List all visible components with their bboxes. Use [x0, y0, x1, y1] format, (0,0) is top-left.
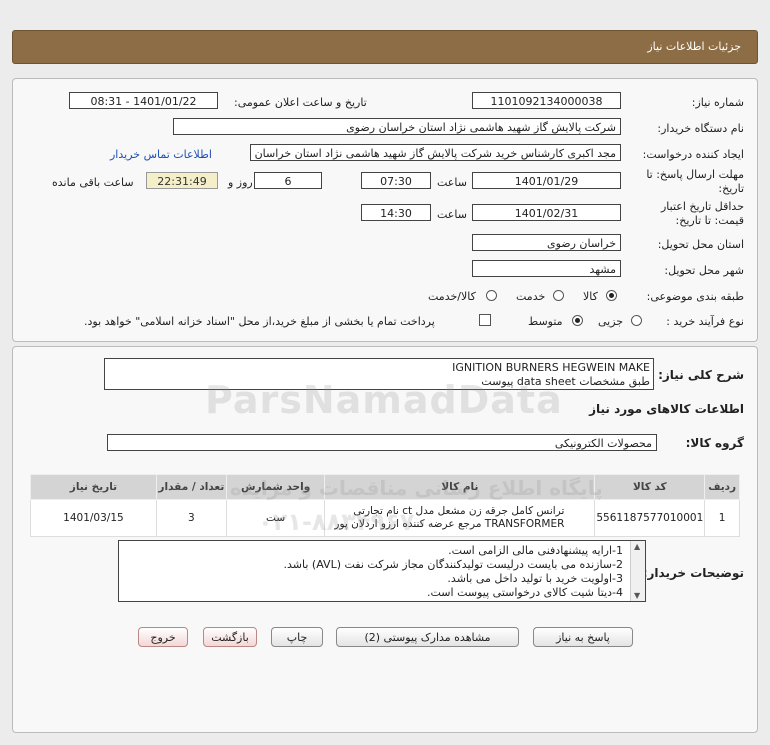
validity-label: حداقل تاریخ اعتبار قیمت: تا تاریخ: — [660, 200, 744, 227]
col-need-date: تاریخ نیاز — [30, 474, 157, 500]
page-header: جزئیات اطلاعات نیاز — [12, 30, 758, 64]
deadline-label: مهلت ارسال پاسخ: تا تاریخ: — [646, 168, 744, 195]
goods-table: تاریخ نیاز تعداد / مقدار واحد شمارش نام … — [30, 474, 740, 537]
buyer-notes-label: توضیحات خریدار: — [642, 566, 744, 580]
col-name: نام کالا — [324, 474, 596, 500]
note-line-2: 2-سازنده می بایست درلیست تولیدکنندگان مج… — [283, 558, 623, 571]
col-code: کد کالا — [594, 474, 706, 500]
scroll-down-icon[interactable]: ▼ — [634, 591, 640, 600]
category-service-label: خدمت — [516, 290, 546, 303]
page-title: جزئیات اطلاعات نیاز — [647, 40, 741, 53]
notes-scrollbar[interactable]: ▲ ▼ — [630, 541, 645, 601]
deadline-time-label: ساعت — [437, 176, 467, 189]
summary-line-2: طبق مشخصات data sheet پیوست — [481, 375, 650, 388]
cell-row: 1 — [704, 499, 740, 537]
category-goods-label: کالا — [583, 290, 598, 303]
table-row: 1401/03/15 3 ست ترانس کامل جرقه زن مشعل … — [30, 499, 740, 537]
category-label: طبقه بندی موضوعی: — [646, 290, 744, 303]
summary-line-1: IGNITION BURNERS HEGWEIN MAKE — [452, 361, 650, 374]
process-minor-radio[interactable] — [631, 315, 642, 326]
goods-section-title: اطلاعات کالاهای مورد نیاز — [589, 402, 744, 416]
city-field: مشهد — [472, 260, 621, 277]
summary-label: شرح کلی نیاز: — [658, 368, 744, 382]
process-label: نوع فرآیند خرید : — [666, 315, 744, 328]
creator-label: ایجاد کننده درخواست: — [642, 148, 744, 161]
category-both-radio[interactable] — [486, 290, 497, 301]
note-line-4: 4-دیتا شیت کالای درخواستی پیوست است. — [427, 586, 623, 599]
goods-group-label: گروه کالا: — [685, 436, 744, 450]
need-no-label: شماره نیاز: — [691, 96, 744, 109]
note-line-1: 1-ارایه پیشنهادفنی مالی الزامی است. — [448, 544, 623, 557]
validity-time-label: ساعت — [437, 208, 467, 221]
cell-unit: ست — [225, 499, 326, 537]
exit-button[interactable]: خروج — [138, 627, 188, 647]
cell-need-date: 1401/03/15 — [30, 499, 157, 537]
cell-name-line-2: TRANSFORMER مرجع عرضه کننده ارزو اردلان … — [334, 518, 565, 530]
note-line-3: 3-اولویت خرید با تولید داخل می باشد. — [447, 572, 623, 585]
buyer-field: شرکت پالایش گاز شهید هاشمی نژاد استان خر… — [173, 118, 621, 135]
days-label: روز و — [228, 176, 253, 189]
process-medium-label: متوسط — [528, 315, 563, 328]
cell-name: ترانس کامل جرقه زن مشعل مدل ct نام تجارت… — [324, 499, 596, 537]
city-label: شهر محل تحویل: — [664, 264, 744, 277]
summary-box: IGNITION BURNERS HEGWEIN MAKE طبق مشخصات… — [104, 358, 654, 390]
goods-table-header-row: تاریخ نیاز تعداد / مقدار واحد شمارش نام … — [30, 474, 740, 500]
province-field: خراسان رضوی — [472, 234, 621, 251]
validity-time-field: 14:30 — [361, 204, 431, 221]
remaining-label: ساعت باقی مانده — [52, 176, 134, 189]
category-service-radio[interactable] — [553, 290, 564, 301]
deadline-time-field: 07:30 — [361, 172, 431, 189]
process-medium-radio[interactable] — [572, 315, 583, 326]
buyer-label: نام دستگاه خریدار: — [657, 122, 744, 135]
province-label: استان محل تحویل: — [657, 238, 744, 251]
deadline-date-field: 1401/01/29 — [472, 172, 621, 189]
remaining-time-field: 22:31:49 — [146, 172, 218, 189]
cell-code: 5561187577010001 — [594, 499, 706, 537]
scroll-up-icon[interactable]: ▲ — [634, 542, 640, 551]
validity-date-field: 1401/02/31 — [472, 204, 621, 221]
view-attachments-button[interactable]: مشاهده مدارک پیوستی (2) — [336, 627, 519, 647]
process-minor-label: جزیی — [598, 315, 624, 328]
col-unit: واحد شمارش — [225, 474, 326, 500]
creator-field: مجد اکبری کارشناس خرید شرکت پالایش گاز ش… — [250, 144, 621, 161]
days-field: 6 — [254, 172, 322, 189]
col-row: ردیف — [704, 474, 740, 500]
need-no-field: 1101092134000038 — [472, 92, 621, 109]
announce-field: 1401/01/22 - 08:31 — [69, 92, 218, 109]
cell-name-line-1: ترانس کامل جرقه زن مشعل مدل ct نام تجارت… — [353, 505, 565, 517]
reply-button[interactable]: پاسخ به نیاز — [533, 627, 633, 647]
treasury-payment-note: پرداخت تمام یا بخشی از مبلغ خرید،از محل … — [84, 315, 435, 328]
buyer-contact-link[interactable]: اطلاعات تماس خریدار — [110, 148, 212, 161]
col-quantity: تعداد / مقدار — [155, 474, 227, 500]
back-button[interactable]: بازگشت — [203, 627, 257, 647]
category-both-label: کالا/خدمت — [428, 290, 476, 303]
buyer-notes-text: 1-ارایه پیشنهادفنی مالی الزامی است. 2-سا… — [284, 544, 623, 600]
category-goods-radio[interactable] — [606, 290, 617, 301]
treasury-payment-checkbox[interactable] — [479, 314, 491, 326]
print-button[interactable]: چاپ — [271, 627, 323, 647]
announce-label: تاریخ و ساعت اعلان عمومی: — [234, 96, 367, 109]
goods-group-field: محصولات الکترونیکی — [107, 434, 657, 451]
buyer-notes-box[interactable]: 1-ارایه پیشنهادفنی مالی الزامی است. 2-سا… — [118, 540, 646, 602]
cell-quantity: 3 — [155, 499, 227, 537]
